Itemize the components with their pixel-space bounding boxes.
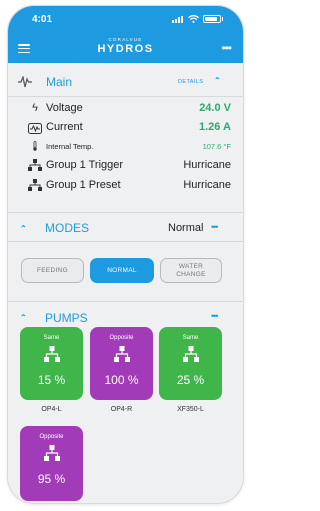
group-icon — [44, 346, 60, 362]
chevron-up-icon[interactable]: ⌃ — [20, 314, 27, 322]
voltage-row: ϟ Voltage 24.0 V — [8, 102, 243, 122]
pump-mode: Same — [43, 335, 60, 341]
chevron-up-icon[interactable]: ⌃ — [214, 77, 221, 85]
pump-mode: Same — [182, 335, 199, 341]
group-icon — [183, 346, 199, 362]
mode-water-change-button[interactable]: WATER CHANGE — [160, 258, 222, 283]
bolt-icon: ϟ — [32, 102, 38, 114]
pump-value: 15 % — [37, 373, 66, 387]
mode-normal-button[interactable]: NORMAL — [90, 258, 154, 283]
status-time: 4:01 — [32, 14, 53, 25]
current-mode: Normal — [168, 222, 204, 234]
brand-big: HYDROS — [97, 43, 154, 55]
pump-tile-op4-r[interactable]: Opposite 100 % — [90, 327, 153, 400]
pump-value: 100 % — [104, 373, 139, 387]
pulse-icon — [18, 76, 32, 88]
pumps-title: PUMPS — [45, 311, 88, 325]
wifi-icon — [187, 15, 199, 23]
more-icon[interactable]: ••• — [211, 311, 219, 321]
group1-trigger-value: Hurricane — [183, 159, 231, 171]
thermometer-icon — [33, 141, 37, 151]
current-value: 1.26 A — [198, 121, 231, 133]
group1-preset-label: Group 1 Preset — [46, 179, 121, 191]
voltage-value: 24.0 V — [199, 102, 231, 114]
main-title: Main — [46, 75, 73, 89]
pump-value: 25 % — [176, 373, 205, 387]
phone-screen: 4:01 CORALVUE HYDROS ••• Main DETAILS ⌃ … — [8, 6, 243, 503]
pump-value: 95 % — [37, 472, 66, 486]
chevron-up-icon[interactable]: ⌃ — [20, 225, 27, 233]
group-icon — [44, 445, 60, 461]
more-icon[interactable]: ••• — [221, 42, 232, 54]
main-section-header[interactable]: Main DETAILS ⌃ — [8, 67, 243, 97]
group-icon — [114, 346, 130, 362]
mode-feeding-button[interactable]: FEEDING — [21, 258, 84, 283]
pump-tile-xf350-l[interactable]: Same 25 % — [159, 327, 222, 400]
signal-icon — [171, 15, 184, 23]
modes-section-header[interactable]: ⌃ MODES Normal ••• — [8, 212, 243, 242]
pump-tile-4[interactable]: Opposite 95 % — [20, 426, 83, 501]
more-icon[interactable]: ••• — [211, 222, 219, 232]
status-icons — [171, 15, 223, 23]
group-icon — [28, 179, 42, 191]
details-link[interactable]: DETAILS — [178, 79, 203, 85]
pump-tile-op4-l[interactable]: Same 15 % — [20, 327, 83, 400]
group1-trigger-label: Group 1 Trigger — [46, 159, 124, 171]
group1-preset-row: Group 1 Preset Hurricane — [8, 179, 243, 199]
pump-mode: Opposite — [39, 434, 64, 440]
group1-trigger-row: Group 1 Trigger Hurricane — [8, 159, 243, 179]
brand-logo: CORALVUE HYDROS — [8, 37, 243, 55]
internal-temp-label: Internal Temp. — [46, 142, 94, 151]
top-bar: 4:01 CORALVUE HYDROS ••• — [8, 6, 243, 63]
battery-icon — [202, 15, 223, 23]
current-label: Current — [46, 121, 83, 133]
pump-name: OP4-R — [110, 406, 133, 413]
pump-name: OP4-L — [41, 406, 62, 413]
current-row: Current 1.26 A — [8, 121, 243, 141]
pump-name: XF350-L — [177, 406, 204, 413]
modes-title: MODES — [45, 221, 90, 235]
group-icon — [28, 159, 42, 171]
pump-mode: Opposite — [109, 335, 134, 341]
voltage-label: Voltage — [46, 102, 83, 114]
group1-preset-value: Hurricane — [183, 179, 231, 191]
waveform-icon — [28, 123, 42, 134]
internal-temp-value: 107.6 °F — [202, 142, 231, 151]
